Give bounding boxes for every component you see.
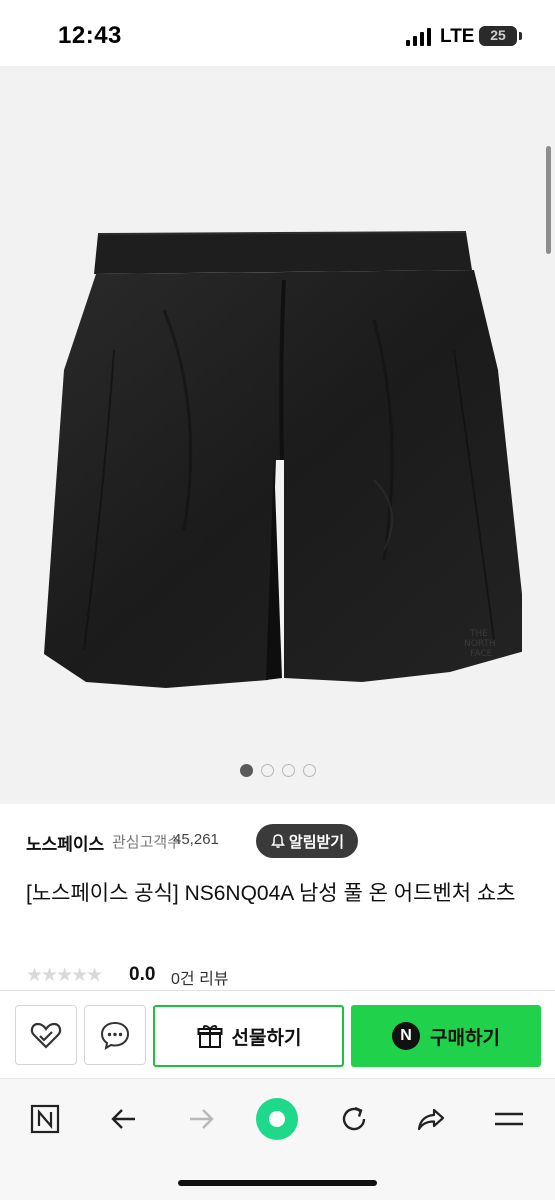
review-count[interactable]: 0건 리뷰 xyxy=(171,965,229,989)
refresh-icon xyxy=(342,1106,366,1131)
gift-button-label: 선물하기 xyxy=(231,1027,302,1049)
buy-button-label: 구매하기 xyxy=(430,1027,500,1049)
back-arrow-icon xyxy=(111,1109,135,1129)
product-page: 12:43 LTE 25 THE NORTH FACE 노스페이스 관심고객수 … xyxy=(0,0,555,1200)
bell-plus-icon xyxy=(270,834,285,848)
status-time: 12:43 xyxy=(58,22,122,49)
buy-button[interactable]: N 구매하기 xyxy=(351,1005,541,1067)
green-dot-icon xyxy=(256,1098,298,1140)
brand-name[interactable]: 노스페이스 xyxy=(26,830,104,855)
fans-label: 관심고객수 xyxy=(112,834,182,851)
naver-home-button[interactable] xyxy=(20,1097,70,1141)
carousel-dot-2[interactable] xyxy=(260,764,274,777)
forward-arrow-icon xyxy=(190,1109,214,1129)
naver-n-icon xyxy=(30,1104,60,1134)
star-rating-icon: ★★★★★ xyxy=(26,965,103,986)
rating-score: 0.0 xyxy=(129,964,156,985)
chat-bubble-icon xyxy=(100,1021,130,1051)
svg-text:NORTH: NORTH xyxy=(464,639,496,649)
gift-icon xyxy=(197,1024,223,1048)
share-button[interactable] xyxy=(406,1097,456,1141)
signal-icon xyxy=(406,28,431,46)
brand-row: 노스페이스 관심고객수 45,261 알림받기 xyxy=(26,824,536,858)
talk-button[interactable] xyxy=(84,1005,146,1065)
carousel-dot-4[interactable] xyxy=(302,764,316,777)
battery-tip xyxy=(519,32,522,40)
status-bar: 12:43 LTE 25 xyxy=(0,0,555,66)
alert-button-label: 알림받기 xyxy=(288,833,345,851)
refresh-button[interactable] xyxy=(329,1097,379,1141)
rating-row[interactable]: ★★★★★ 0.0 0건 리뷰 xyxy=(26,962,426,988)
svg-text:THE: THE xyxy=(469,629,488,639)
carousel-dot-1[interactable] xyxy=(239,764,253,777)
shorts-product-image: THE NORTH FACE xyxy=(44,231,522,688)
heart-check-icon xyxy=(30,1022,62,1049)
battery-level: 25 xyxy=(490,27,506,43)
product-title: [노스페이스 공식] NS6NQ04A 남성 풀 온 어드벤처 쇼츠 xyxy=(26,882,516,905)
menu-icon xyxy=(495,1112,523,1126)
home-indicator[interactable] xyxy=(178,1180,377,1186)
network-label: LTE xyxy=(440,26,475,47)
product-image-carousel[interactable]: THE NORTH FACE xyxy=(0,66,555,804)
green-dot-button[interactable] xyxy=(252,1097,302,1141)
carousel-dots xyxy=(0,764,555,777)
back-button[interactable] xyxy=(99,1097,149,1141)
share-icon xyxy=(417,1108,445,1131)
battery-icon: 25 xyxy=(479,26,517,46)
scrollbar-thumb[interactable] xyxy=(546,146,551,254)
gift-button[interactable]: 선물하기 xyxy=(153,1005,344,1067)
purchase-action-bar: 선물하기 N 구매하기 xyxy=(0,990,555,1078)
fans-count: 45,261 xyxy=(173,831,219,848)
svg-text:FACE: FACE xyxy=(470,649,493,659)
menu-button[interactable] xyxy=(484,1097,534,1141)
carousel-dot-3[interactable] xyxy=(281,764,295,777)
wishlist-button[interactable] xyxy=(15,1005,77,1065)
alert-button[interactable]: 알림받기 xyxy=(256,824,358,858)
forward-button[interactable] xyxy=(176,1097,226,1141)
naver-pay-icon: N xyxy=(392,1022,421,1050)
